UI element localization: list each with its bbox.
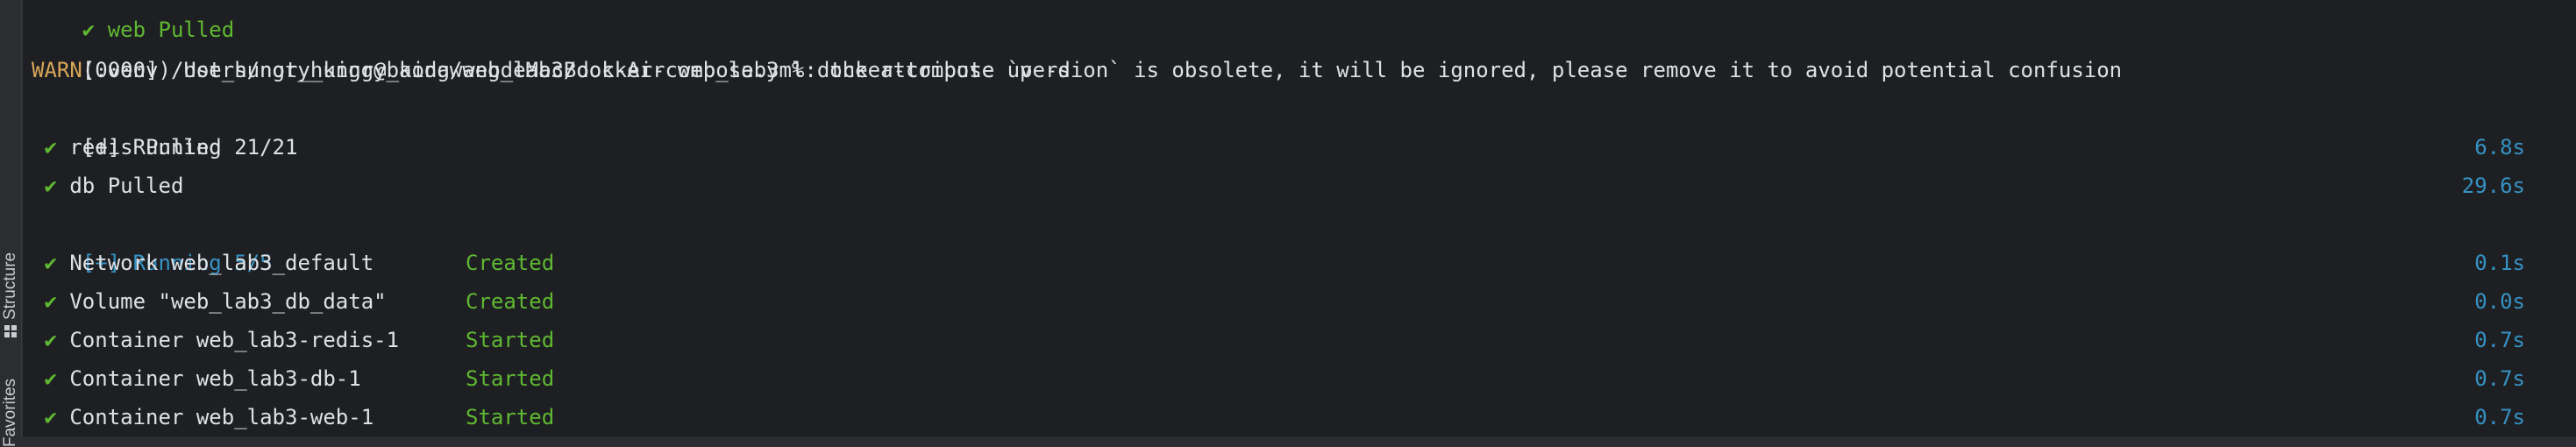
structure-tab-label: Structure xyxy=(1,252,19,320)
terminal-line-partial: ✔ web Pulled 0.0s xyxy=(32,0,2525,42)
terminal-running-up-line: [+] Running 5/5 xyxy=(32,205,2525,275)
resource-time: 0.1s xyxy=(2474,251,2525,275)
check-icon: ✔ xyxy=(44,328,57,352)
check-icon: ✔ xyxy=(44,366,57,391)
resource-text: Container web_lab3-redis-1 xyxy=(69,328,400,352)
terminal-running-pull-line: [+] Running 21/21 xyxy=(32,89,2525,160)
resource-text: Network web_lab3_default xyxy=(69,251,374,275)
check-icon: ✔ xyxy=(44,135,57,160)
favorites-tab[interactable]: Favorites xyxy=(0,368,21,447)
resource-status: Started xyxy=(466,328,555,352)
structure-icon xyxy=(4,325,17,337)
favorites-tab-label: Favorites xyxy=(1,378,19,447)
pulled-text: db Pulled xyxy=(69,174,184,198)
structure-tab[interactable]: Structure xyxy=(0,224,21,337)
resource-time: 0.7s xyxy=(2474,328,2525,352)
pulled-time: 29.6s xyxy=(2461,174,2525,198)
pulled-line-db: ✔ db Pulled 29.6s xyxy=(32,167,2525,205)
pulled-time: 6.8s xyxy=(2474,135,2525,160)
resource-line-redis: ✔ Container web_lab3-redis-1 Started 0.7s xyxy=(32,321,2525,359)
check-icon: ✔ xyxy=(44,174,57,198)
check-icon: ✔ xyxy=(44,251,57,275)
resource-time: 0.0s xyxy=(2474,289,2525,314)
resource-status: Started xyxy=(466,366,555,391)
check-icon: ✔ xyxy=(44,289,57,314)
tool-window-strip: Structure Favorites xyxy=(0,0,22,447)
resource-text: Container web_lab3-db-1 xyxy=(69,366,361,391)
terminal-prompt-line: (.venv) not_hungry_king@baodawangdeMacBo… xyxy=(32,12,2525,82)
resource-status: Created xyxy=(466,251,555,275)
check-icon: ✔ xyxy=(44,405,57,429)
pulled-text: redis Pulled xyxy=(69,135,222,160)
terminal-warning-line: WARN[0000] /Users/not_hungry_king/web_la… xyxy=(32,51,2525,89)
partial-line-time: 0.0s xyxy=(2474,0,2525,11)
resource-status: Started xyxy=(466,405,555,429)
resource-text: Volume "web_lab3_db_data" xyxy=(69,289,387,314)
resource-status: Created xyxy=(466,289,555,314)
pulled-line-redis: ✔ redis Pulled 6.8s xyxy=(32,128,2525,167)
warn-prefix: WARN xyxy=(32,58,82,82)
resource-line-volume: ✔ Volume "web_lab3_db_data" Created 0.0s xyxy=(32,282,2525,321)
terminal-output[interactable]: ✔ web Pulled 0.0s (.venv) not_hungry_kin… xyxy=(23,0,2576,436)
resource-time: 0.7s xyxy=(2474,366,2525,391)
resource-text: Container web_lab3-web-1 xyxy=(69,405,374,429)
resource-line-web: ✔ Container web_lab3-web-1 Started 0.7s xyxy=(32,398,2525,436)
warn-message: [0000] /Users/not_hungry_king/web_lab3/d… xyxy=(82,58,2123,82)
resource-line-db: ✔ Container web_lab3-db-1 Started 0.7s xyxy=(32,359,2525,398)
resource-line-network: ✔ Network web_lab3_default Created 0.1s xyxy=(32,244,2525,282)
resource-time: 0.7s xyxy=(2474,405,2525,429)
